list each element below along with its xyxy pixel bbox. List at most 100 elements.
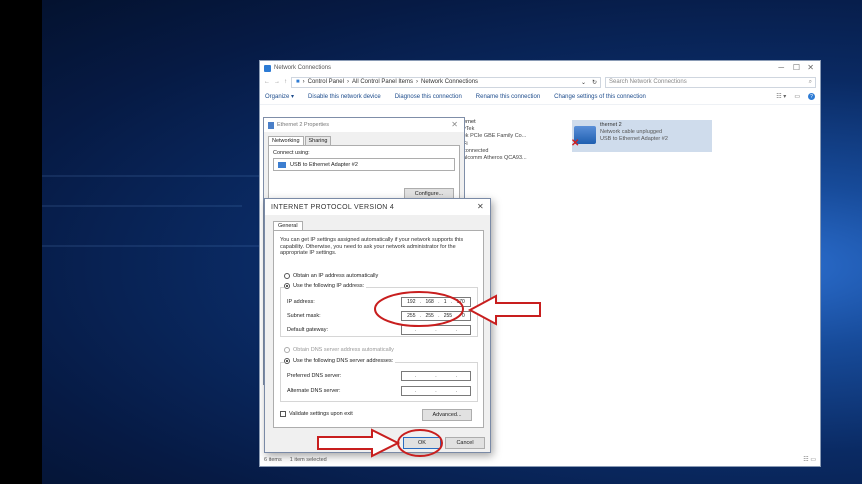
- radio-label: Use the following IP address:: [293, 283, 365, 289]
- close-icon[interactable]: ✕: [477, 202, 484, 211]
- help-icon[interactable]: ?: [808, 93, 815, 100]
- breadcrumb-item[interactable]: Network Connections: [421, 79, 478, 85]
- connection-name: i-Fi: [460, 141, 527, 148]
- up-icon[interactable]: ↑: [284, 79, 287, 85]
- connection-status: Network cable unplugged: [600, 129, 663, 135]
- ip-octet: 192: [407, 298, 416, 305]
- breadcrumb[interactable]: ■ › Control Panel › All Control Panel It…: [291, 76, 601, 88]
- radio-button[interactable]: [284, 273, 290, 279]
- field-label: Preferred DNS server:: [287, 372, 342, 379]
- breadcrumb-separator: ›: [346, 79, 349, 85]
- checkbox-label: Validate settings upon exit: [289, 411, 353, 417]
- organize-button[interactable]: Organize ▾: [265, 93, 294, 100]
- preferred-dns-input[interactable]: ...: [401, 370, 471, 381]
- maximize-icon[interactable]: ☐: [793, 63, 800, 72]
- connection-name: hernet: [460, 119, 476, 125]
- ip-octet: 170: [456, 298, 465, 305]
- ip-address-input[interactable]: 192. 168. 1. 170: [401, 296, 471, 307]
- list-item[interactable]: hernet eyTek ltek PCIe GBE Family Co...: [460, 119, 526, 140]
- ip-address-row: IP address: 192. 168. 1. 170: [287, 296, 471, 307]
- error-icon: ✕: [571, 138, 580, 149]
- ip-octet: 255: [425, 312, 434, 319]
- adapter-field: USB to Ethernet Adapter #2: [273, 158, 455, 171]
- network-icon: [264, 64, 271, 72]
- adapter-name: USB to Ethernet Adapter #2: [290, 161, 358, 168]
- window-titlebar: Network Connections ─ ☐ ✕: [260, 61, 820, 75]
- gateway-row: Default gateway: ...: [287, 324, 471, 335]
- radio-label: Obtain an IP address automatically: [293, 273, 379, 279]
- view-options-icon[interactable]: ☷ ▾: [776, 93, 786, 100]
- chevron-down-icon[interactable]: ⌄: [581, 79, 586, 86]
- gateway-input[interactable]: ...: [401, 324, 471, 335]
- validate-checkbox[interactable]: [280, 411, 286, 417]
- address-bar: ← → ↑ ■ › Control Panel › All Control Pa…: [260, 75, 820, 89]
- dialog-titlebar: INTERNET PROTOCOL VERSION 4 ✕: [265, 199, 490, 215]
- field-label: IP address:: [287, 298, 315, 305]
- diagnose-button[interactable]: Diagnose this connection: [395, 94, 462, 100]
- search-placeholder: Search Network Connections: [609, 79, 687, 85]
- control-panel-icon: ■: [296, 79, 300, 85]
- ethernet2-item[interactable]: ✕ thernet 2 Network cable unplugged USB …: [571, 120, 712, 152]
- dialog-titlebar: Ethernet 2 Properties ✕: [264, 118, 464, 132]
- subnet-mask-input[interactable]: 255. 255. 255. 0: [401, 310, 471, 321]
- close-icon[interactable]: ✕: [451, 120, 458, 129]
- minimize-icon[interactable]: ─: [778, 63, 784, 72]
- ip-octet: 255: [443, 312, 453, 319]
- preview-pane-icon[interactable]: ▭: [794, 93, 800, 100]
- tab-networking[interactable]: Networking: [268, 136, 304, 145]
- radio-button[interactable]: [284, 283, 290, 289]
- obtain-dns-radio[interactable]: Obtain DNS server address automatically: [284, 346, 394, 354]
- ipv4-properties-dialog: INTERNET PROTOCOL VERSION 4 ✕ General Yo…: [264, 198, 491, 453]
- alternate-dns-row: Alternate DNS server: ...: [287, 385, 471, 396]
- tab-bar: Networking Sharing: [264, 132, 464, 145]
- close-icon[interactable]: ✕: [807, 63, 814, 72]
- field-label: Alternate DNS server:: [287, 387, 341, 394]
- advanced-button[interactable]: Advanced...: [422, 409, 472, 421]
- description-text: You can get IP settings assigned automat…: [280, 237, 464, 256]
- use-dns-radio[interactable]: Use the following DNS server addresses:: [284, 358, 396, 364]
- connection-name: thernet 2: [600, 122, 622, 128]
- cancel-button[interactable]: Cancel: [445, 437, 485, 449]
- tab-general[interactable]: General: [273, 221, 303, 230]
- connect-using-label: Connect using:: [273, 150, 310, 156]
- validate-checkbox-row[interactable]: Validate settings upon exit: [280, 411, 353, 417]
- field-label: Subnet mask:: [287, 312, 321, 319]
- breadcrumb-item[interactable]: Control Panel: [308, 79, 344, 85]
- ip-octet: 255: [407, 312, 416, 319]
- breadcrumb-separator: ›: [302, 79, 305, 85]
- light-beam: [42, 245, 272, 247]
- breadcrumb-separator: ›: [416, 79, 419, 85]
- disable-device-button[interactable]: Disable this network device: [308, 94, 381, 100]
- selection-count: 1 item selected: [289, 457, 327, 463]
- alternate-dns-input[interactable]: ...: [401, 385, 471, 396]
- forward-icon[interactable]: →: [274, 79, 280, 85]
- rename-button[interactable]: Rename this connection: [476, 94, 540, 100]
- back-icon[interactable]: ←: [264, 79, 270, 85]
- field-label: Default gateway:: [287, 326, 328, 333]
- radio-button[interactable]: [284, 347, 290, 353]
- connection-device: ualcomm Atheros QCA93...: [460, 155, 527, 161]
- ok-button[interactable]: OK: [403, 437, 441, 449]
- dns-group: Use the following DNS server addresses: …: [280, 358, 478, 402]
- tab-sharing[interactable]: Sharing: [304, 136, 332, 145]
- use-ip-radio[interactable]: Use the following IP address:: [284, 283, 367, 289]
- connection-device: USB to Ethernet Adapter #2: [600, 136, 668, 142]
- search-input[interactable]: Search Network Connections ⌕: [605, 76, 816, 88]
- window-title: Network Connections: [274, 65, 332, 71]
- breadcrumb-item[interactable]: All Control Panel Items: [352, 79, 413, 85]
- change-settings-button[interactable]: Change settings of this connection: [554, 94, 646, 100]
- command-bar: Organize ▾ Disable this network device D…: [260, 89, 820, 105]
- radio-button[interactable]: [284, 358, 290, 364]
- refresh-icon[interactable]: ↻: [592, 79, 597, 86]
- list-item[interactable]: i-Fi t connected ualcomm Atheros QCA93..…: [460, 141, 527, 162]
- obtain-ip-radio[interactable]: Obtain an IP address automatically: [284, 272, 378, 280]
- ip-address-group: Use the following IP address: IP address…: [280, 283, 478, 337]
- view-controls: ☷ ▾ ▭ ?: [776, 93, 815, 100]
- connection-device: ltek PCIe GBE Family Co...: [460, 133, 527, 139]
- status-bar: 6 items 1 item selected ☷ ▭: [260, 454, 820, 466]
- ethernet2-details: thernet 2 Network cable unplugged USB to…: [600, 122, 668, 143]
- view-toggle-icon[interactable]: ☷ ▭: [803, 456, 816, 463]
- ip-octet: 168: [425, 298, 434, 305]
- adapter-icon: [278, 161, 286, 168]
- shield-icon: [268, 121, 274, 129]
